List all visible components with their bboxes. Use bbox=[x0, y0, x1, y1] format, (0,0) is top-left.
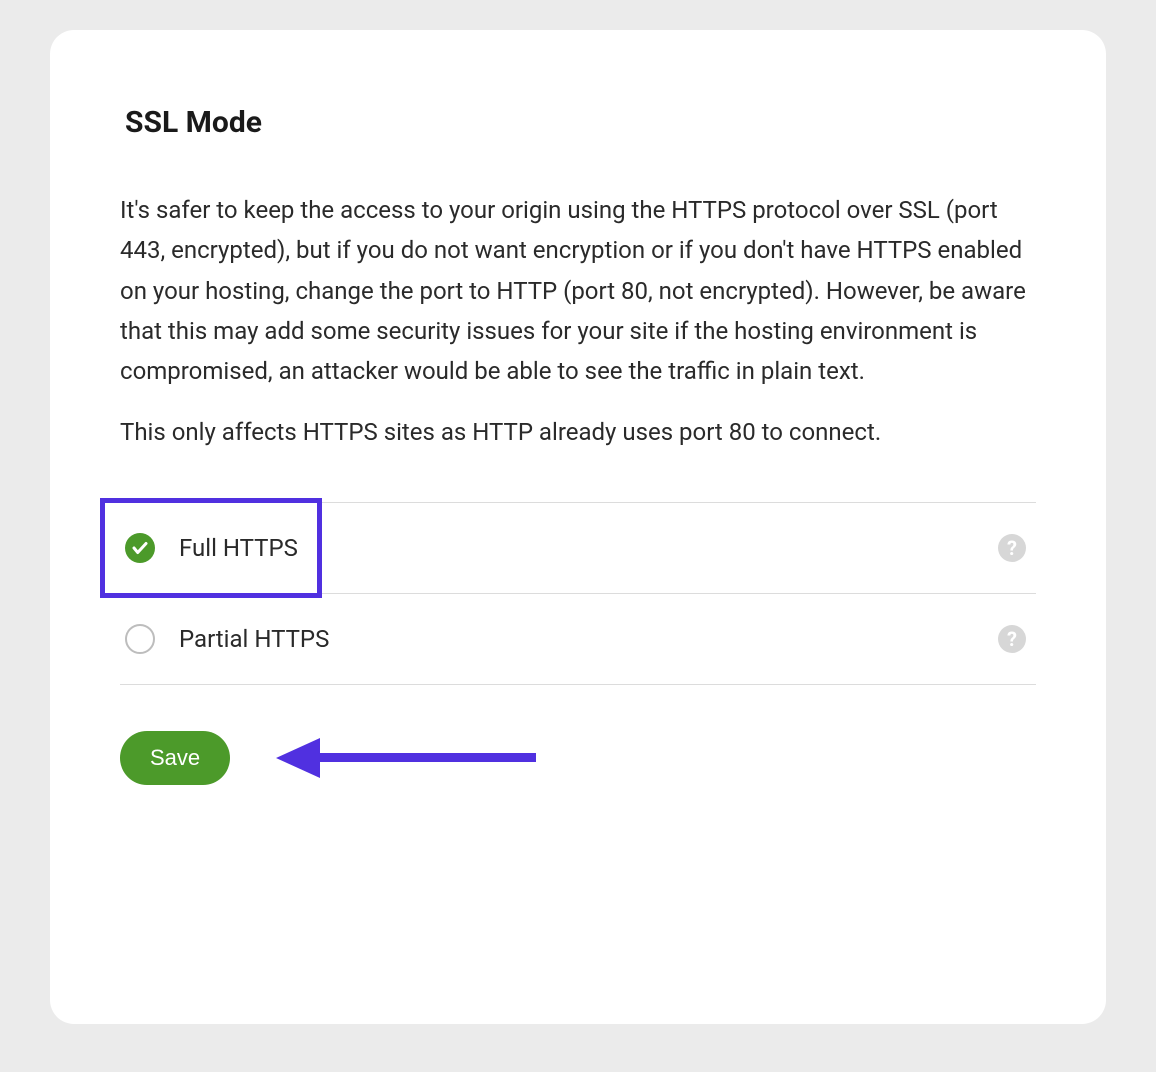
options-list: Full HTTPS ? Partial HTTPS ? bbox=[120, 502, 1036, 685]
help-icon[interactable]: ? bbox=[998, 625, 1026, 653]
option-label: Full HTTPS bbox=[179, 534, 298, 562]
annotation-arrow-icon bbox=[276, 748, 536, 768]
ssl-mode-card: SSL Mode It's safer to keep the access t… bbox=[50, 30, 1106, 1024]
option-left-group: Partial HTTPS bbox=[125, 624, 329, 654]
description-paragraph-1: It's safer to keep the access to your or… bbox=[120, 190, 1036, 392]
description-paragraph-2: This only affects HTTPS sites as HTTP al… bbox=[120, 412, 1036, 452]
radio-checked-icon[interactable] bbox=[125, 533, 155, 563]
option-left-group: Full HTTPS bbox=[125, 533, 298, 563]
help-icon[interactable]: ? bbox=[998, 534, 1026, 562]
save-button[interactable]: Save bbox=[120, 731, 230, 785]
option-full-https[interactable]: Full HTTPS ? bbox=[120, 503, 1036, 594]
actions-row: Save bbox=[120, 731, 1036, 785]
option-partial-https[interactable]: Partial HTTPS ? bbox=[120, 594, 1036, 685]
option-label: Partial HTTPS bbox=[179, 625, 329, 653]
radio-unchecked-icon[interactable] bbox=[125, 624, 155, 654]
card-title: SSL Mode bbox=[125, 105, 1036, 140]
